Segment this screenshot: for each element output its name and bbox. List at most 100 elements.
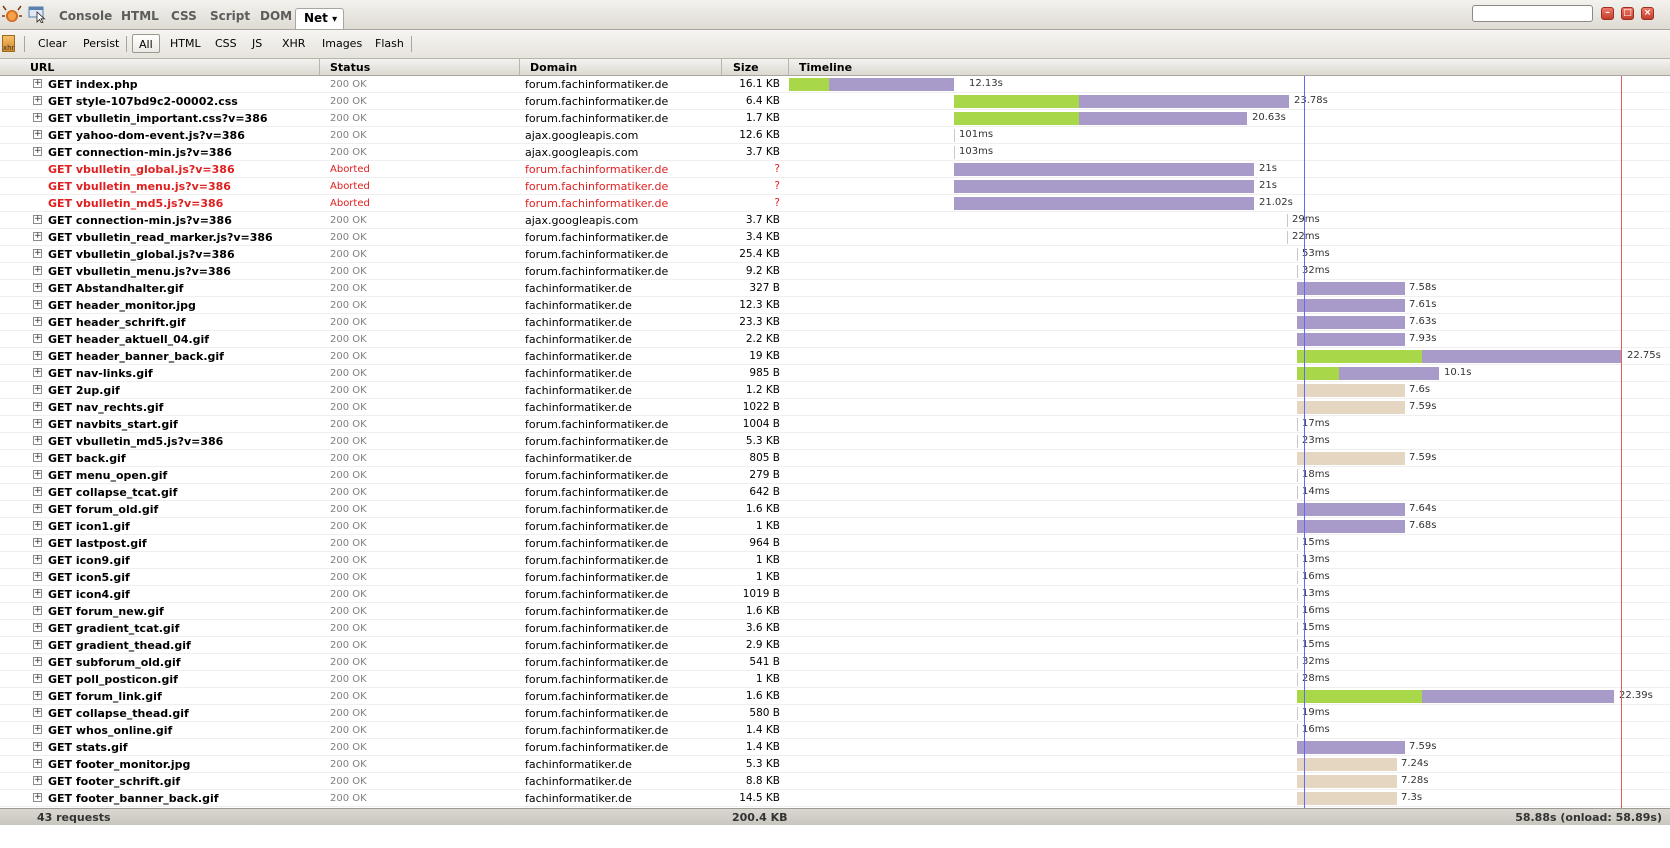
request-url[interactable]: GET vbulletin_menu.js?v=386 [48, 180, 231, 193]
request-row[interactable]: + GET vbulletin_md5.js?v=386 200 OK forum.f… [0, 433, 1670, 450]
expand-icon[interactable]: + [33, 538, 42, 547]
timing-bar[interactable] [1297, 384, 1405, 397]
timing-bar[interactable] [1297, 282, 1405, 295]
expand-icon[interactable]: + [33, 79, 42, 88]
timing-bar[interactable] [954, 180, 1254, 193]
request-row[interactable]: + GET icon9.gif 200 OK forum.fachinformatik… [0, 552, 1670, 569]
request-row[interactable]: + GET subforum_old.gif 200 OK forum.fachinf… [0, 654, 1670, 671]
request-url[interactable]: GET collapse_thead.gif [48, 707, 189, 720]
filter-html[interactable]: HTML [170, 37, 201, 50]
timing-bar[interactable] [1297, 248, 1298, 261]
filter-js[interactable]: JS [252, 37, 262, 50]
request-row[interactable]: + GET Abstandhalter.gif 200 OK fachinformat… [0, 280, 1670, 297]
timing-bar[interactable] [1297, 469, 1298, 482]
request-row[interactable]: + GET vbulletin_important.css?v=386 200 OK… [0, 110, 1670, 127]
expand-icon[interactable]: + [33, 453, 42, 462]
column-header-status[interactable]: Status [330, 61, 370, 74]
request-row[interactable]: + GET footer_schrift.gif 200 OK fachinforma… [0, 773, 1670, 790]
request-url[interactable]: GET lastpost.gif [48, 537, 147, 550]
expand-icon[interactable]: + [33, 623, 42, 632]
timing-bar[interactable] [1297, 350, 1622, 363]
request-row[interactable]: + GET stats.gif 200 OK forum.fachinformatik… [0, 739, 1670, 756]
tab-script[interactable]: Script [210, 9, 250, 23]
timing-bar[interactable] [1297, 707, 1298, 720]
expand-icon[interactable]: + [33, 572, 42, 581]
request-url[interactable]: GET whos_online.gif [48, 724, 172, 737]
timing-bar[interactable] [1287, 231, 1288, 244]
timing-bar[interactable] [1297, 486, 1298, 499]
timing-bar[interactable] [1297, 418, 1298, 431]
request-row[interactable]: + GET connection-min.js?v=386 200 OK ajax.g… [0, 212, 1670, 229]
request-row[interactable]: + GET vbulletin_menu.js?v=386 200 OK forum.… [0, 263, 1670, 280]
timing-bar[interactable] [1297, 435, 1298, 448]
request-row[interactable]: + GET gradient_thead.gif 200 OK forum.fachi… [0, 637, 1670, 654]
persist-button[interactable]: Persist [83, 37, 119, 50]
timing-bar[interactable] [1297, 520, 1405, 533]
timing-bar[interactable] [1297, 571, 1298, 584]
timing-bar[interactable] [1297, 622, 1298, 635]
request-url[interactable]: GET nav-links.gif [48, 367, 153, 380]
request-url[interactable]: GET yahoo-dom-event.js?v=386 [48, 129, 245, 142]
detach-icon[interactable]: □ [1621, 7, 1634, 20]
expand-icon[interactable]: + [33, 793, 42, 802]
timing-bar[interactable] [1297, 605, 1298, 618]
expand-icon[interactable]: + [33, 708, 42, 717]
request-url[interactable]: GET style-107bd9c2-00002.css [48, 95, 238, 108]
timing-bar[interactable] [1297, 758, 1397, 771]
request-row[interactable]: + GET header_schrift.gif 200 OK fachinforma… [0, 314, 1670, 331]
timing-bar[interactable] [1297, 673, 1298, 686]
expand-icon[interactable]: + [33, 470, 42, 479]
timing-bar[interactable] [1297, 656, 1298, 669]
expand-icon[interactable]: + [33, 368, 42, 377]
timing-bar[interactable] [954, 112, 1247, 125]
filter-all[interactable]: All [132, 34, 160, 53]
expand-icon[interactable]: + [33, 266, 42, 275]
expand-icon[interactable]: + [33, 691, 42, 700]
request-row[interactable]: GET vbulletin_global.js?v=386 Aborted foru… [0, 161, 1670, 178]
close-icon[interactable]: × [1641, 7, 1654, 20]
request-row[interactable]: + GET menu_open.gif 200 OK forum.fachinform… [0, 467, 1670, 484]
request-url[interactable]: GET index.php [48, 78, 138, 91]
request-row[interactable]: + GET vbulletin_global.js?v=386 200 OK foru… [0, 246, 1670, 263]
request-row[interactable]: + GET nav_rechts.gif 200 OK fachinformatike… [0, 399, 1670, 416]
request-url[interactable]: GET navbits_start.gif [48, 418, 178, 431]
expand-icon[interactable]: + [33, 742, 42, 751]
request-url[interactable]: GET footer_schrift.gif [48, 775, 180, 788]
column-header-url[interactable]: URL [30, 61, 54, 74]
timing-bar[interactable] [954, 197, 1254, 210]
request-row[interactable]: + GET poll_posticon.gif 200 OK forum.fachin… [0, 671, 1670, 688]
timing-bar[interactable] [954, 163, 1254, 176]
expand-icon[interactable]: + [33, 419, 42, 428]
inspect-element-icon[interactable] [28, 5, 48, 23]
timing-bar[interactable] [1297, 588, 1298, 601]
request-url[interactable]: GET subforum_old.gif [48, 656, 181, 669]
minimize-icon[interactable]: – [1601, 7, 1614, 20]
request-row[interactable]: + GET icon5.gif 200 OK forum.fachinformatik… [0, 569, 1670, 586]
column-header-timeline[interactable]: Timeline [799, 61, 852, 74]
timing-bar[interactable] [1297, 299, 1405, 312]
expand-icon[interactable]: + [33, 300, 42, 309]
request-row[interactable]: + GET header_monitor.jpg 200 OK fachinforma… [0, 297, 1670, 314]
request-row[interactable]: + GET lastpost.gif 200 OK forum.fachinforma… [0, 535, 1670, 552]
column-header-size[interactable]: Size [733, 61, 759, 74]
request-url[interactable]: GET vbulletin_important.css?v=386 [48, 112, 268, 125]
expand-icon[interactable]: + [33, 504, 42, 513]
expand-icon[interactable]: + [33, 249, 42, 258]
request-url[interactable]: GET vbulletin_md5.js?v=386 [48, 197, 223, 210]
expand-icon[interactable]: + [33, 759, 42, 768]
timing-bar[interactable] [1297, 333, 1405, 346]
request-url[interactable]: GET vbulletin_global.js?v=386 [48, 248, 235, 261]
timing-bar[interactable] [1297, 401, 1405, 414]
request-row[interactable]: + GET back.gif 200 OK fachinformatiker.de 80… [0, 450, 1670, 467]
request-url[interactable]: GET vbulletin_menu.js?v=386 [48, 265, 231, 278]
column-divider[interactable] [519, 59, 520, 75]
timing-bar[interactable] [1297, 537, 1298, 550]
column-divider[interactable] [319, 59, 320, 75]
expand-icon[interactable]: + [33, 317, 42, 326]
timing-bar[interactable] [1297, 503, 1405, 516]
timing-bar[interactable] [1297, 792, 1397, 805]
request-url[interactable]: GET collapse_tcat.gif [48, 486, 177, 499]
request-url[interactable]: GET header_aktuell_04.gif [48, 333, 209, 346]
request-url[interactable]: GET vbulletin_md5.js?v=386 [48, 435, 223, 448]
tab-dom[interactable]: DOM [260, 9, 292, 23]
